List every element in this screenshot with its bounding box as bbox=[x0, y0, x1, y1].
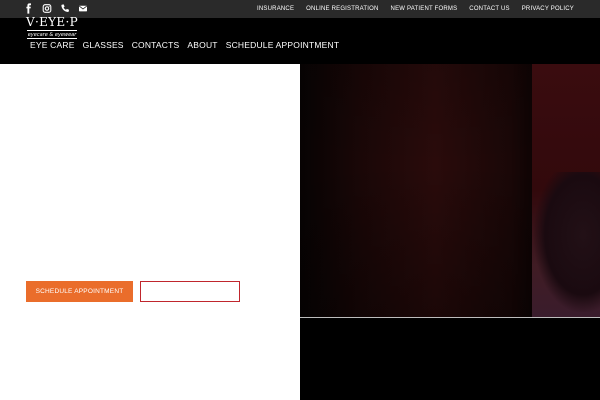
instagram-icon[interactable] bbox=[42, 3, 52, 14]
logo-brand-text: V·EYE·P bbox=[26, 15, 78, 29]
utility-link-new-patient-forms[interactable]: NEW PATIENT FORMS bbox=[391, 6, 458, 12]
nav-item-glasses[interactable]: GLASSES bbox=[83, 40, 124, 50]
secondary-cta-button[interactable] bbox=[140, 281, 240, 302]
utility-link-privacy-policy[interactable]: PRIVACY POLICY bbox=[522, 6, 574, 12]
hero-image bbox=[300, 64, 600, 317]
utility-link-insurance[interactable]: INSURANCE bbox=[257, 6, 294, 12]
hero-text-panel bbox=[0, 64, 300, 400]
nav-item-eye-care[interactable]: EYE CARE bbox=[30, 40, 75, 50]
schedule-appointment-button[interactable]: SCHEDULE APPOINTMENT bbox=[26, 281, 133, 302]
top-utility-bar: INSURANCE ONLINE REGISTRATION NEW PATIEN… bbox=[0, 0, 600, 18]
hero-image-figure bbox=[534, 172, 600, 312]
social-links bbox=[24, 3, 88, 14]
site-logo[interactable]: V·EYE·P eyecare & eyewear bbox=[26, 15, 78, 41]
site-header: V·EYE·P eyecare & eyewear EYE CARE GLASS… bbox=[0, 15, 600, 64]
main-nav: EYE CARE GLASSES CONTACTS ABOUT SCHEDULE… bbox=[30, 40, 339, 50]
hero-lower-panel bbox=[300, 318, 600, 400]
utility-link-contact-us[interactable]: CONTACT US bbox=[469, 6, 509, 12]
facebook-icon[interactable] bbox=[24, 3, 34, 14]
logo-tagline: eyecare & eyewear bbox=[27, 30, 77, 39]
nav-item-contacts[interactable]: CONTACTS bbox=[132, 40, 180, 50]
hero-image-shade bbox=[300, 64, 532, 317]
nav-item-about[interactable]: ABOUT bbox=[187, 40, 217, 50]
utility-link-online-registration[interactable]: ONLINE REGISTRATION bbox=[306, 6, 378, 12]
phone-icon[interactable] bbox=[60, 3, 70, 14]
nav-item-schedule-appointment[interactable]: SCHEDULE APPOINTMENT bbox=[226, 40, 340, 50]
utility-nav: INSURANCE ONLINE REGISTRATION NEW PATIEN… bbox=[257, 0, 574, 18]
envelope-icon[interactable] bbox=[78, 3, 88, 14]
